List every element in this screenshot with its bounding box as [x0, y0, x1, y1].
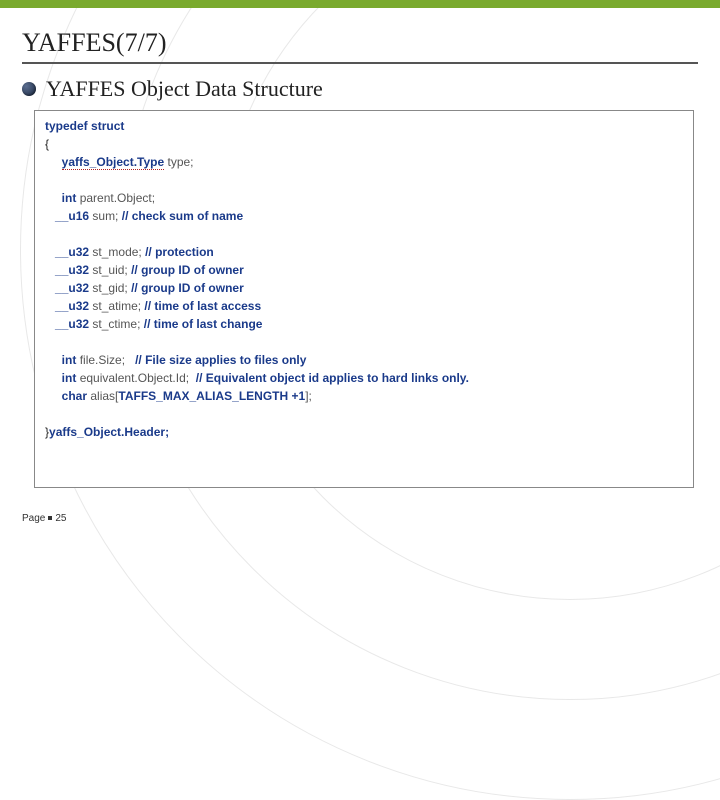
page-separator-icon	[48, 516, 52, 520]
code-comment: // check sum of name	[122, 209, 243, 223]
code-macro: TAFFS_MAX_ALIAS_LENGTH +1	[118, 389, 305, 403]
bullet-icon	[22, 82, 36, 96]
code-brace: {	[45, 137, 49, 151]
code-keyword: char	[62, 389, 87, 403]
code-comment: // Equivalent object id applies to hard …	[196, 371, 469, 385]
slide-title: YAFFES(7/7)	[22, 28, 698, 58]
page-footer: Page 25	[22, 513, 66, 524]
code-var: sum;	[92, 209, 118, 223]
code-var: type;	[168, 155, 194, 169]
page-label: Page	[22, 513, 45, 524]
code-comment: // protection	[145, 245, 214, 259]
code-keyword: int	[62, 191, 77, 205]
code-var: st_mode;	[92, 245, 141, 259]
top-accent-bar	[0, 0, 720, 8]
code-var: parent.Object;	[80, 191, 155, 205]
code-keyword: int	[62, 353, 77, 367]
code-comment: // File size applies to files only	[135, 353, 306, 367]
code-type: __u32	[55, 299, 89, 313]
code-type: yaffs_Object.Type	[62, 155, 164, 170]
code-var: st_atime;	[92, 299, 141, 313]
page-number: 25	[55, 513, 66, 524]
code-type: __u16	[55, 209, 89, 223]
code-var: st_uid;	[92, 263, 127, 277]
code-type: __u32	[55, 281, 89, 295]
code-typedef-name: yaffs_Object.Header;	[49, 425, 169, 439]
code-comment: // group ID of owner	[131, 263, 244, 277]
code-keyword: typedef	[45, 119, 88, 133]
code-type: __u32	[55, 245, 89, 259]
code-var: alias[	[90, 389, 118, 403]
code-var: st_ctime;	[92, 317, 140, 331]
code-comment: // group ID of owner	[131, 281, 244, 295]
code-var: equivalent.Object.Id;	[80, 371, 189, 385]
code-comment: // time of last change	[144, 317, 263, 331]
code-keyword: int	[62, 371, 77, 385]
code-var: file.Size;	[80, 353, 125, 367]
code-type: __u32	[55, 317, 89, 331]
code-block: typedef struct { yaffs_Object.Type type;…	[34, 110, 694, 488]
code-close: ];	[305, 389, 312, 403]
slide-title-container: YAFFES(7/7)	[22, 28, 698, 64]
code-var: st_gid;	[92, 281, 127, 295]
code-comment: // time of last access	[144, 299, 261, 313]
code-keyword: struct	[91, 119, 124, 133]
section-heading-row: YAFFES Object Data Structure	[22, 76, 698, 102]
section-heading: YAFFES Object Data Structure	[46, 76, 323, 102]
code-type: __u32	[55, 263, 89, 277]
